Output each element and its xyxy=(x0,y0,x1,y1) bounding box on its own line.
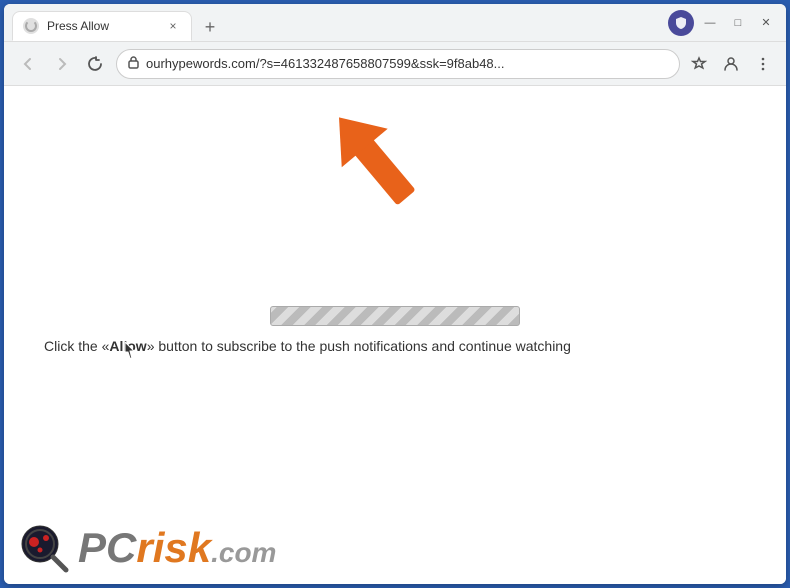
page-content: Click the «Allow» button to subscribe to… xyxy=(4,86,786,584)
reload-button[interactable] xyxy=(82,50,110,78)
address-bar[interactable]: ourhypewords.com/?s=461332487658807599&s… xyxy=(116,49,680,79)
tab-favicon xyxy=(23,18,39,34)
title-bar: Press Allow × + — □ ✕ xyxy=(4,4,786,42)
window-controls: — □ ✕ xyxy=(668,10,778,36)
back-button[interactable] xyxy=(14,50,42,78)
pcrisk-icon xyxy=(18,522,70,574)
url-text: ourhypewords.com/?s=461332487658807599&s… xyxy=(146,56,669,71)
lock-icon xyxy=(127,55,140,72)
instruction-suffix: » button to subscribe to the push notifi… xyxy=(147,338,571,354)
minimize-button[interactable]: — xyxy=(698,11,722,35)
pc-text: PCrisk.com xyxy=(78,524,276,571)
instruction-prefix: Click the « xyxy=(44,338,109,354)
tab-close-button[interactable]: × xyxy=(165,18,181,34)
tab-title: Press Allow xyxy=(47,19,157,33)
tab-strip: Press Allow × + xyxy=(12,4,660,41)
menu-icon[interactable] xyxy=(750,51,776,77)
forward-button[interactable] xyxy=(48,50,76,78)
instruction-text: Click the «Allow» button to subscribe to… xyxy=(24,338,766,354)
maximize-button[interactable]: □ xyxy=(726,11,750,35)
profile-icon[interactable] xyxy=(718,51,744,77)
new-tab-button[interactable]: + xyxy=(196,13,224,41)
active-tab[interactable]: Press Allow × xyxy=(12,11,192,41)
pcrisk-brand-text: PCrisk.com xyxy=(78,524,276,572)
toolbar: ourhypewords.com/?s=461332487658807599&s… xyxy=(4,42,786,86)
progress-area xyxy=(270,306,520,338)
allow-label: Allow xyxy=(109,338,146,354)
pcrisk-logo: PCrisk.com xyxy=(18,522,276,574)
shields-icon[interactable] xyxy=(668,10,694,36)
close-button[interactable]: ✕ xyxy=(754,11,778,35)
arrow-indicator xyxy=(324,96,444,251)
progress-bar xyxy=(270,306,520,326)
browser-window: Press Allow × + — □ ✕ xyxy=(4,4,786,584)
bookmark-icon[interactable] xyxy=(686,51,712,77)
